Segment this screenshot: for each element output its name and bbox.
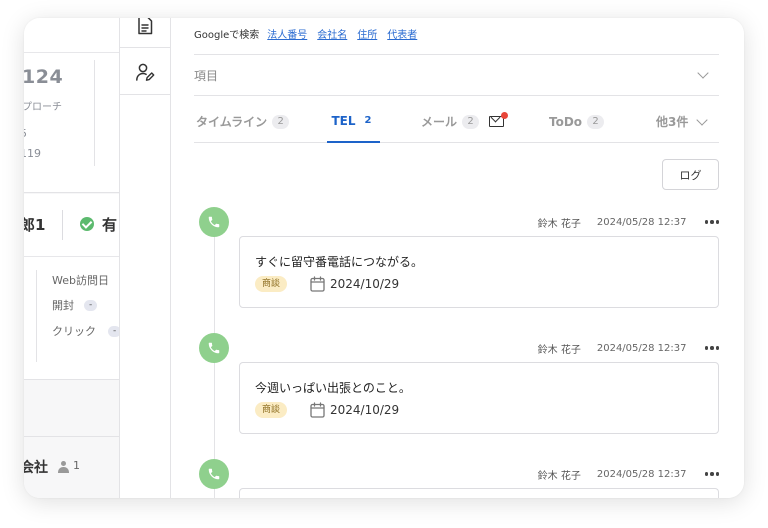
more-options-icon[interactable] [704, 346, 719, 350]
log-button[interactable]: ログ [662, 159, 719, 190]
person-icon [58, 461, 69, 473]
tab-more[interactable]: 他3件 [656, 100, 709, 143]
entry-timestamp: 2024/05/28 12:37 [596, 342, 687, 354]
icon-strip [120, 18, 171, 498]
timeline-entry: 鈴木 花子 2024/05/28 12:37 今週いっぱい出張とのこと。 商談 … [199, 333, 719, 435]
tab-tel[interactable]: TEL 2 [327, 100, 380, 143]
contact-status: 有 [102, 216, 118, 234]
calendar-icon [310, 402, 325, 418]
tab-count-badge: 2 [587, 114, 605, 129]
tab-count-badge: 2 [364, 114, 372, 126]
entry-card[interactable]: すぐに留守番電話につながる。 商談 2024/10/29 [239, 236, 719, 308]
main-panel: Googleで検索 法人番号 会社名 住所 代表者 項目 タイムライン 2 TE… [171, 18, 744, 498]
entry-author: 鈴木 花子 [537, 344, 581, 356]
strip-person-edit-button[interactable] [120, 49, 170, 95]
search-link-address[interactable]: 住所 [357, 26, 377, 41]
company-count: 1 [73, 459, 80, 472]
contact-card: 郎1 有 Web訪問日 開封 - クリック - [24, 194, 119, 380]
tab-label: 他3件 [656, 115, 689, 129]
tab-count-badge: 2 [462, 114, 480, 129]
notification-dot-icon [501, 112, 509, 119]
click-badge: - [108, 326, 119, 337]
entry-tag: 商談 [255, 276, 288, 292]
stats-header-divider [24, 52, 119, 53]
search-link-corporate-number[interactable]: 法人番号 [267, 26, 307, 41]
entry-card[interactable]: 今週いっぱい出張とのこと。 商談 2024/10/29 [239, 362, 719, 434]
document-icon [138, 18, 153, 34]
tab-label: タイムライン [196, 115, 268, 129]
company-row[interactable]: 会社 1 [24, 436, 119, 498]
strip-document-button[interactable] [120, 18, 170, 48]
entry-meta: 鈴木 花子 2024/05/28 12:37 [537, 341, 719, 356]
open-label: 開封 [52, 299, 74, 312]
entry-text: 今週いっぱい出張とのこと。 [255, 381, 411, 395]
entry-date: 2024/10/29 [330, 403, 400, 417]
stats-sub-label: プローチ [24, 102, 62, 113]
entry-timestamp: 2024/05/28 12:37 [596, 216, 687, 228]
phone-icon [199, 333, 229, 363]
timeline-entry: 鈴木 花子 2024/05/28 12:37 すぐに留守番電話につながる。 商談… [199, 207, 719, 309]
stats-big-number: 124 [24, 66, 64, 88]
person-edit-icon [136, 63, 155, 81]
contact-name[interactable]: 郎1 [24, 214, 45, 235]
fields-accordion[interactable]: 項目 [194, 55, 719, 95]
tab-mail[interactable]: メール 2 [421, 100, 509, 143]
calendar-icon [310, 276, 325, 292]
search-link-representative[interactable]: 代表者 [387, 26, 417, 41]
engagement-divider [36, 270, 37, 362]
more-options-icon[interactable] [704, 220, 719, 224]
search-link-company-name[interactable]: 会社名 [317, 26, 347, 41]
chevron-down-icon [696, 113, 709, 126]
timeline-entry: 鈴木 花子 2024/05/28 12:37 [199, 459, 719, 498]
entry-text: すぐに留守番電話につながる。 [255, 255, 424, 269]
phone-icon [199, 459, 229, 489]
tab-label: TEL [331, 113, 356, 128]
app-window: 124 プローチ 5 119 郎1 有 Web訪問日 開封 - クリック - 会… [24, 18, 744, 498]
tab-timeline[interactable]: タイムライン 2 [196, 100, 290, 143]
left-panel: 124 プローチ 5 119 郎1 有 Web訪問日 開封 - クリック - 会… [24, 18, 120, 498]
activity-tabs: タイムライン 2 TEL 2 メール 2 ToDo 2 他3件 [194, 100, 719, 143]
contact-separator [24, 256, 119, 257]
mail-icon [489, 112, 509, 127]
entry-meta: 鈴木 花子 2024/05/28 12:37 [537, 467, 719, 482]
entry-meta: 鈴木 花子 2024/05/28 12:37 [537, 215, 719, 230]
more-options-icon[interactable] [704, 472, 719, 476]
open-badge: - [84, 300, 98, 311]
entry-tag: 商談 [255, 402, 288, 418]
click-label: クリック [52, 325, 96, 338]
entry-card[interactable] [239, 488, 719, 498]
company-name: 会社 [24, 460, 48, 476]
web-visit-label: Web訪問日 [52, 274, 109, 287]
tab-todo[interactable]: ToDo 2 [549, 100, 605, 143]
tab-count-badge: 2 [272, 114, 290, 129]
fields-label: 項目 [194, 68, 219, 83]
entry-author: 鈴木 花子 [537, 470, 581, 482]
stats-divider [94, 60, 95, 166]
stats-card: 124 プローチ 5 119 [24, 18, 119, 193]
entry-timestamp: 2024/05/28 12:37 [596, 468, 687, 480]
google-search-row: Googleで検索 法人番号 会社名 住所 代表者 [194, 24, 427, 42]
tab-label: ToDo [549, 114, 583, 129]
google-search-label: Googleで検索 [194, 29, 260, 41]
contact-divider [62, 210, 63, 240]
stats-line-2: 5 [24, 127, 27, 140]
chevron-down-icon [697, 67, 709, 79]
entry-date: 2024/10/29 [330, 277, 400, 291]
stats-line-3: 119 [24, 147, 41, 160]
tab-label: メール [421, 115, 458, 129]
phone-icon [199, 207, 229, 237]
entry-author: 鈴木 花子 [537, 218, 581, 230]
check-circle-icon [80, 217, 94, 231]
divider [194, 95, 719, 96]
